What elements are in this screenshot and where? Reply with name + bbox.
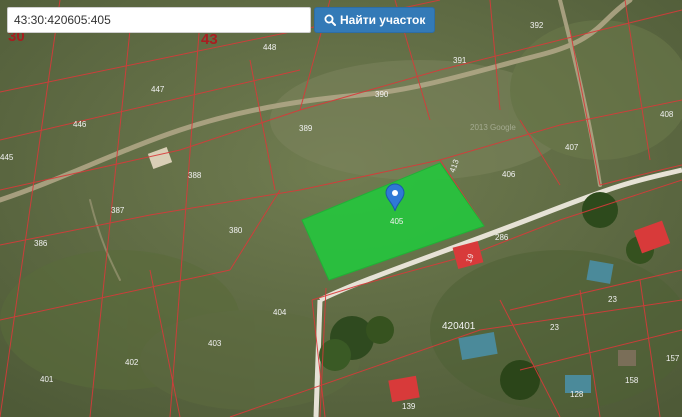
parcel-label-446: 446 xyxy=(73,120,87,129)
parcel-label-380: 380 xyxy=(229,226,243,235)
parcel-label-157: 157 xyxy=(666,354,680,363)
search-icon xyxy=(324,14,336,26)
parcel-label-391: 391 xyxy=(453,56,467,65)
parcel-label-402: 402 xyxy=(125,358,139,367)
cadastral-map[interactable]: 30 43 448 447 446 445 389 390 391 392 38… xyxy=(0,0,682,417)
district-label-43: 43 xyxy=(201,31,218,48)
parcel-label-406: 406 xyxy=(502,170,516,179)
parcel-label-286: 286 xyxy=(495,233,509,242)
parcel-label-392: 392 xyxy=(530,21,544,30)
parcel-label-389: 389 xyxy=(299,124,313,133)
parcel-label-23: 23 xyxy=(608,295,617,304)
parcel-label-401: 401 xyxy=(40,375,54,384)
parcel-label-23b: 23 xyxy=(550,323,559,332)
map-watermark: 2013 Google xyxy=(470,123,516,132)
find-parcel-button[interactable]: Найти участок xyxy=(314,7,436,33)
parcel-label-407: 407 xyxy=(565,143,579,152)
parcel-label-403: 403 xyxy=(208,339,222,348)
parcel-label-404: 404 xyxy=(273,308,287,317)
parcel-label-386: 386 xyxy=(34,239,48,248)
parcel-label-128: 128 xyxy=(570,390,584,399)
search-bar: Найти участок xyxy=(7,7,436,33)
parcel-label-388: 388 xyxy=(188,171,202,180)
parcel-label-447: 447 xyxy=(151,85,165,94)
cadastral-number-input[interactable] xyxy=(7,7,311,33)
parcel-label-448: 448 xyxy=(263,43,277,52)
parcel-label-390: 390 xyxy=(375,90,389,99)
parcel-label-158: 158 xyxy=(625,376,639,385)
parcel-label-408: 408 xyxy=(660,110,674,119)
parcel-label-139: 139 xyxy=(402,402,416,411)
find-parcel-button-label: Найти участок xyxy=(340,13,426,27)
selected-parcel-label[interactable]: 405 xyxy=(390,217,404,226)
parcel-label-387: 387 xyxy=(111,206,125,215)
parcel-label-445: 445 xyxy=(0,153,14,162)
cadastral-block-label: 420401 xyxy=(442,321,476,332)
